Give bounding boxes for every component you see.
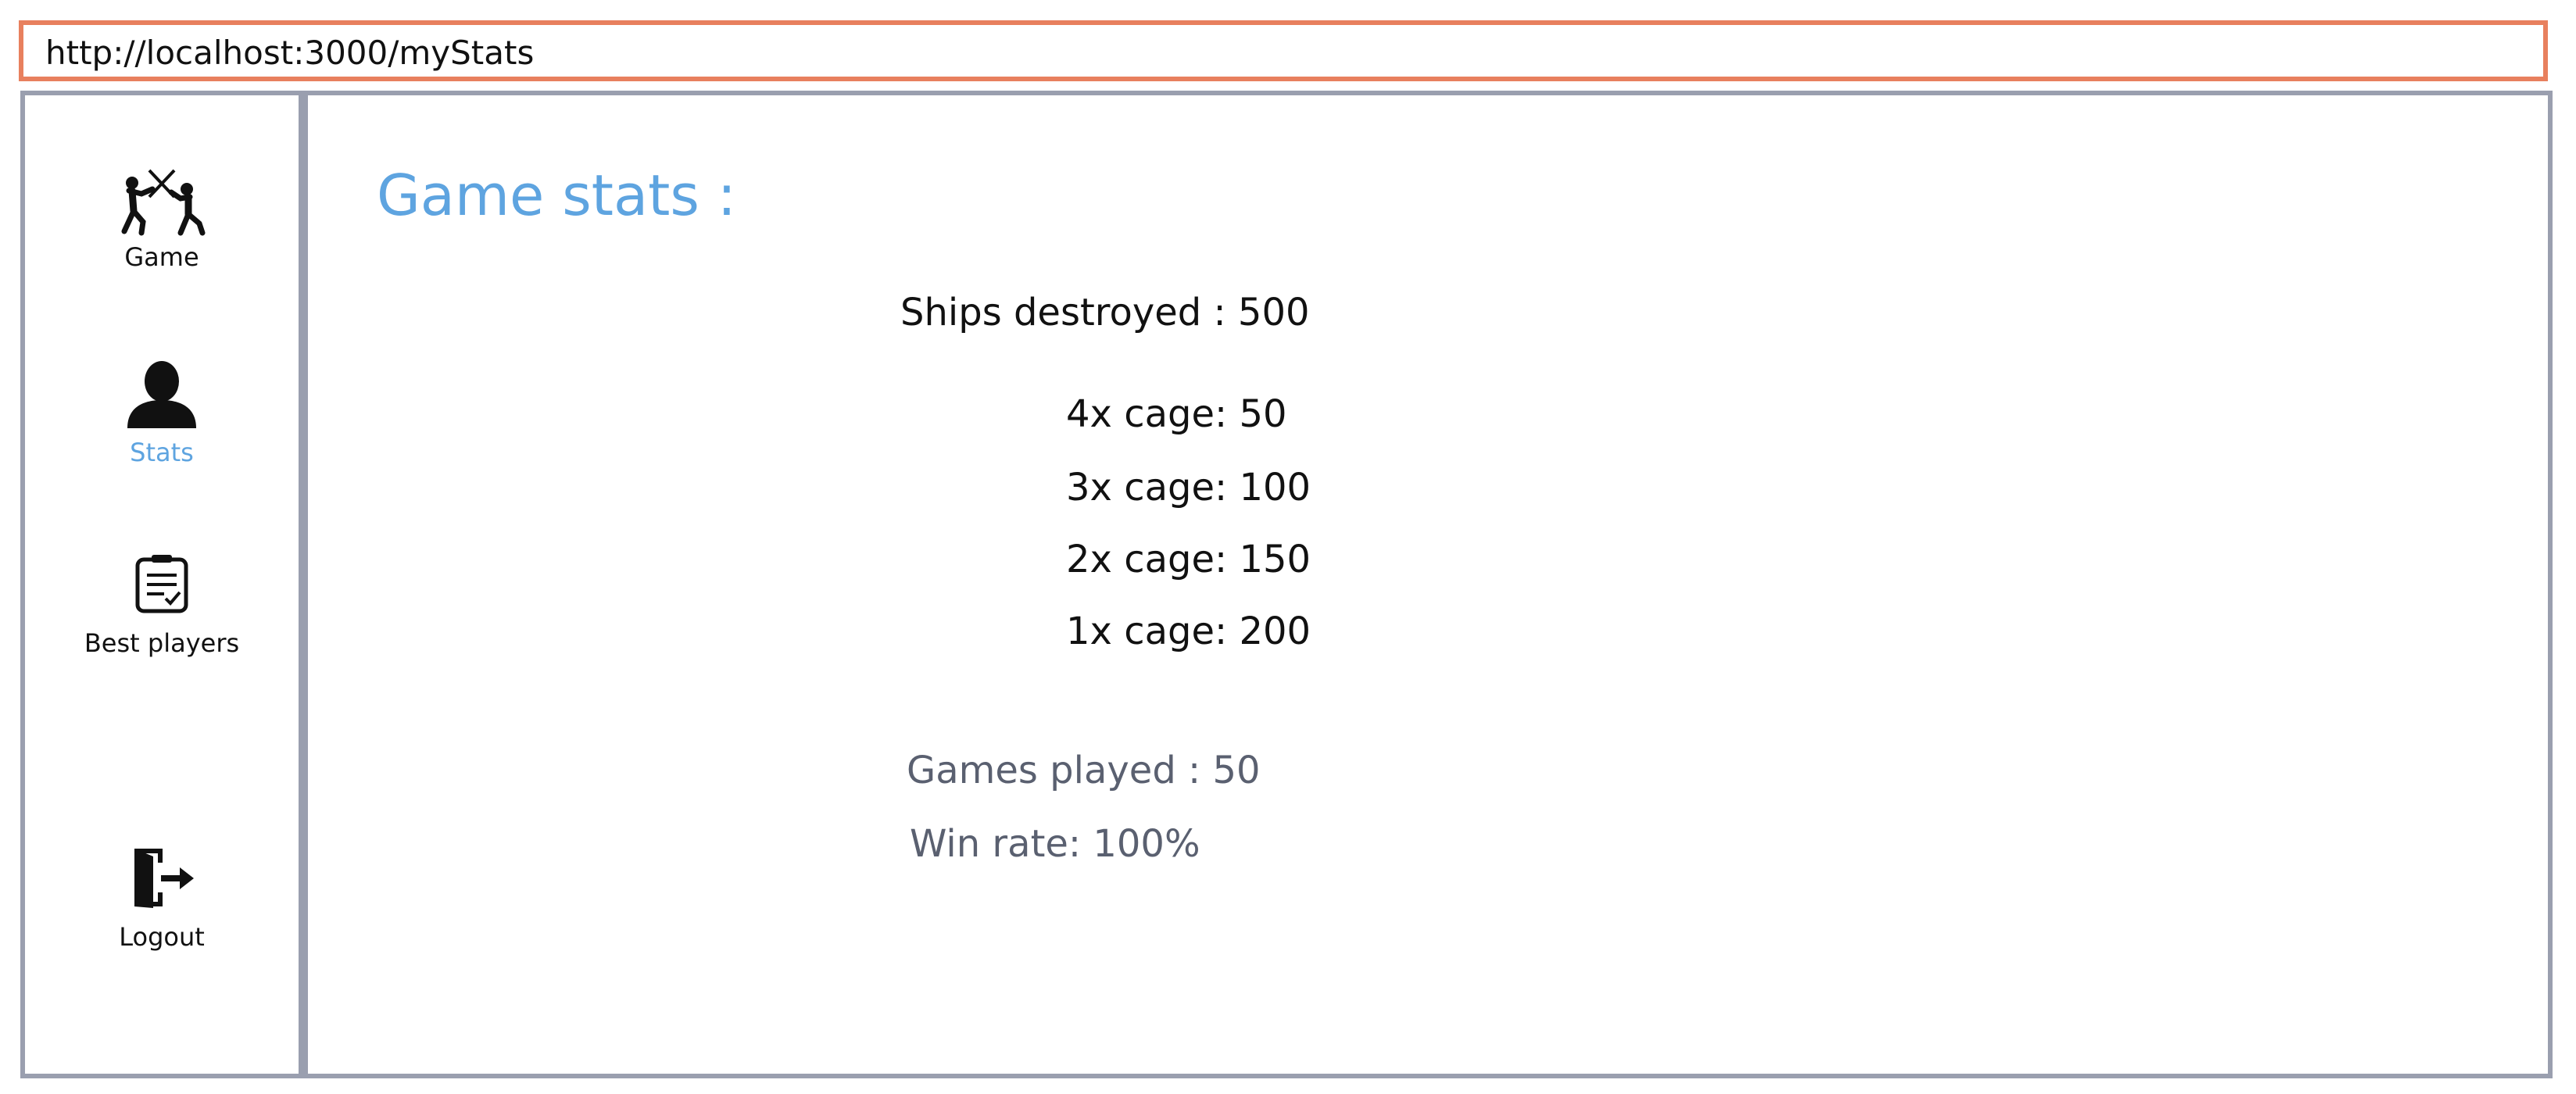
- url-text[interactable]: http://localhost:3000/myStats: [45, 36, 534, 70]
- sidebar-item-label: Stats: [130, 438, 194, 467]
- sidebar-divider: [299, 91, 308, 1078]
- cage-stat-2x: 2x cage: 150: [1066, 538, 1311, 581]
- clipboard-check-icon: [135, 555, 188, 613]
- cage-stat-3x: 3x cage: 100: [1066, 466, 1311, 509]
- app-frame: [20, 91, 2553, 1078]
- ships-destroyed-stat: Ships destroyed : 500: [900, 291, 1310, 334]
- sidebar-item-label: Best players: [84, 628, 240, 658]
- fencing-icon: [121, 169, 206, 236]
- win-rate-stat: Win rate: 100%: [910, 822, 1200, 866]
- user-icon: [127, 361, 196, 428]
- sidebar-item-game[interactable]: Game: [25, 166, 299, 272]
- logout-door-icon: [134, 849, 194, 908]
- sidebar-item-best-players[interactable]: Best players: [25, 552, 299, 658]
- cage-stat-4x: 4x cage: 50: [1066, 392, 1287, 436]
- sidebar-item-label: Logout: [119, 922, 205, 952]
- sidebar-item-stats[interactable]: Stats: [25, 361, 299, 467]
- address-bar[interactable]: http://localhost:3000/myStats: [19, 20, 2548, 81]
- sidebar-item-label: Game: [124, 242, 199, 272]
- cage-stat-1x: 1x cage: 200: [1066, 610, 1311, 653]
- page-title: Game stats :: [377, 163, 736, 228]
- sidebar-item-logout[interactable]: Logout: [25, 846, 299, 952]
- games-played-stat: Games played : 50: [907, 749, 1261, 792]
